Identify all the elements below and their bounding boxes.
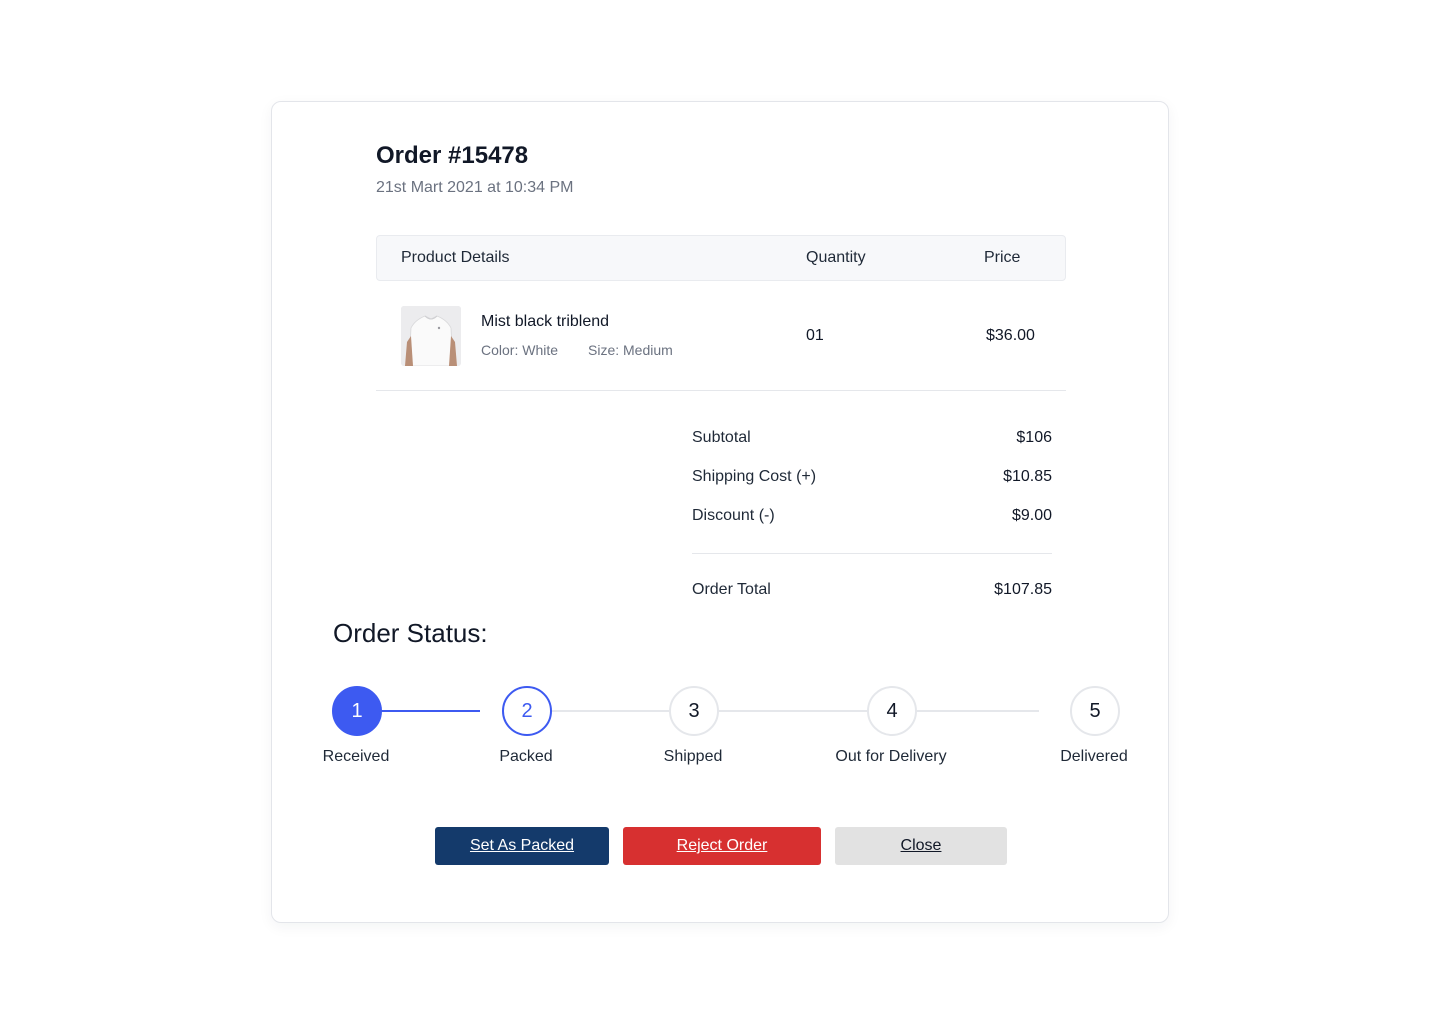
progress-track bbox=[915, 710, 1039, 712]
header-quantity: Quantity bbox=[806, 249, 866, 266]
step-3-label: Shipped bbox=[663, 748, 723, 765]
table-header: Product Details Quantity Price bbox=[376, 235, 1066, 281]
tshirt-image bbox=[401, 306, 461, 366]
step-4-label: Out for Delivery bbox=[835, 748, 947, 765]
order-date: 21st Mart 2021 at 10:34 PM bbox=[376, 179, 574, 196]
set-as-packed-button[interactable]: Set As Packed bbox=[435, 827, 609, 865]
order-total-label: Order Total bbox=[692, 581, 771, 598]
header-price: Price bbox=[984, 249, 1021, 266]
header-product: Product Details bbox=[401, 249, 510, 266]
shipping-value: $10.85 bbox=[1003, 468, 1052, 485]
order-status-title: Order Status: bbox=[333, 618, 488, 648]
discount-label: Discount (-) bbox=[692, 507, 775, 524]
product-name: Mist black triblend bbox=[481, 313, 610, 330]
summary-divider bbox=[692, 553, 1052, 554]
order-title: Order #15478 bbox=[376, 142, 529, 169]
row-divider bbox=[376, 390, 1066, 391]
step-4-circle: 4 bbox=[867, 686, 917, 736]
step-5-label: Delivered bbox=[1060, 748, 1128, 765]
subtotal-value: $106 bbox=[1016, 429, 1052, 446]
step-5-circle: 5 bbox=[1070, 686, 1120, 736]
order-total-value: $107.85 bbox=[994, 581, 1052, 598]
step-1-circle: 1 bbox=[332, 686, 382, 736]
product-price: $36.00 bbox=[986, 327, 1035, 344]
shipping-label: Shipping Cost (+) bbox=[692, 468, 817, 485]
close-button[interactable]: Close bbox=[835, 827, 1007, 865]
step-1-label: Received bbox=[322, 748, 390, 765]
product-thumbnail bbox=[401, 306, 461, 366]
subtotal-label: Subtotal bbox=[692, 429, 751, 446]
reject-order-button[interactable]: Reject Order bbox=[623, 827, 821, 865]
step-2-label: Packed bbox=[499, 748, 553, 765]
discount-value: $9.00 bbox=[1011, 507, 1052, 524]
step-3-circle: 3 bbox=[669, 686, 719, 736]
progress-track bbox=[717, 710, 867, 712]
step-2-circle: 2 bbox=[502, 686, 552, 736]
product-size: Size: Medium bbox=[588, 342, 673, 358]
product-quantity: 01 bbox=[806, 327, 824, 344]
product-color: Color: White bbox=[481, 342, 559, 358]
order-details-card: Order #15478 21st Mart 2021 at 10:34 PM … bbox=[271, 101, 1169, 923]
progress-track-complete bbox=[380, 710, 480, 712]
progress-track bbox=[551, 710, 669, 712]
